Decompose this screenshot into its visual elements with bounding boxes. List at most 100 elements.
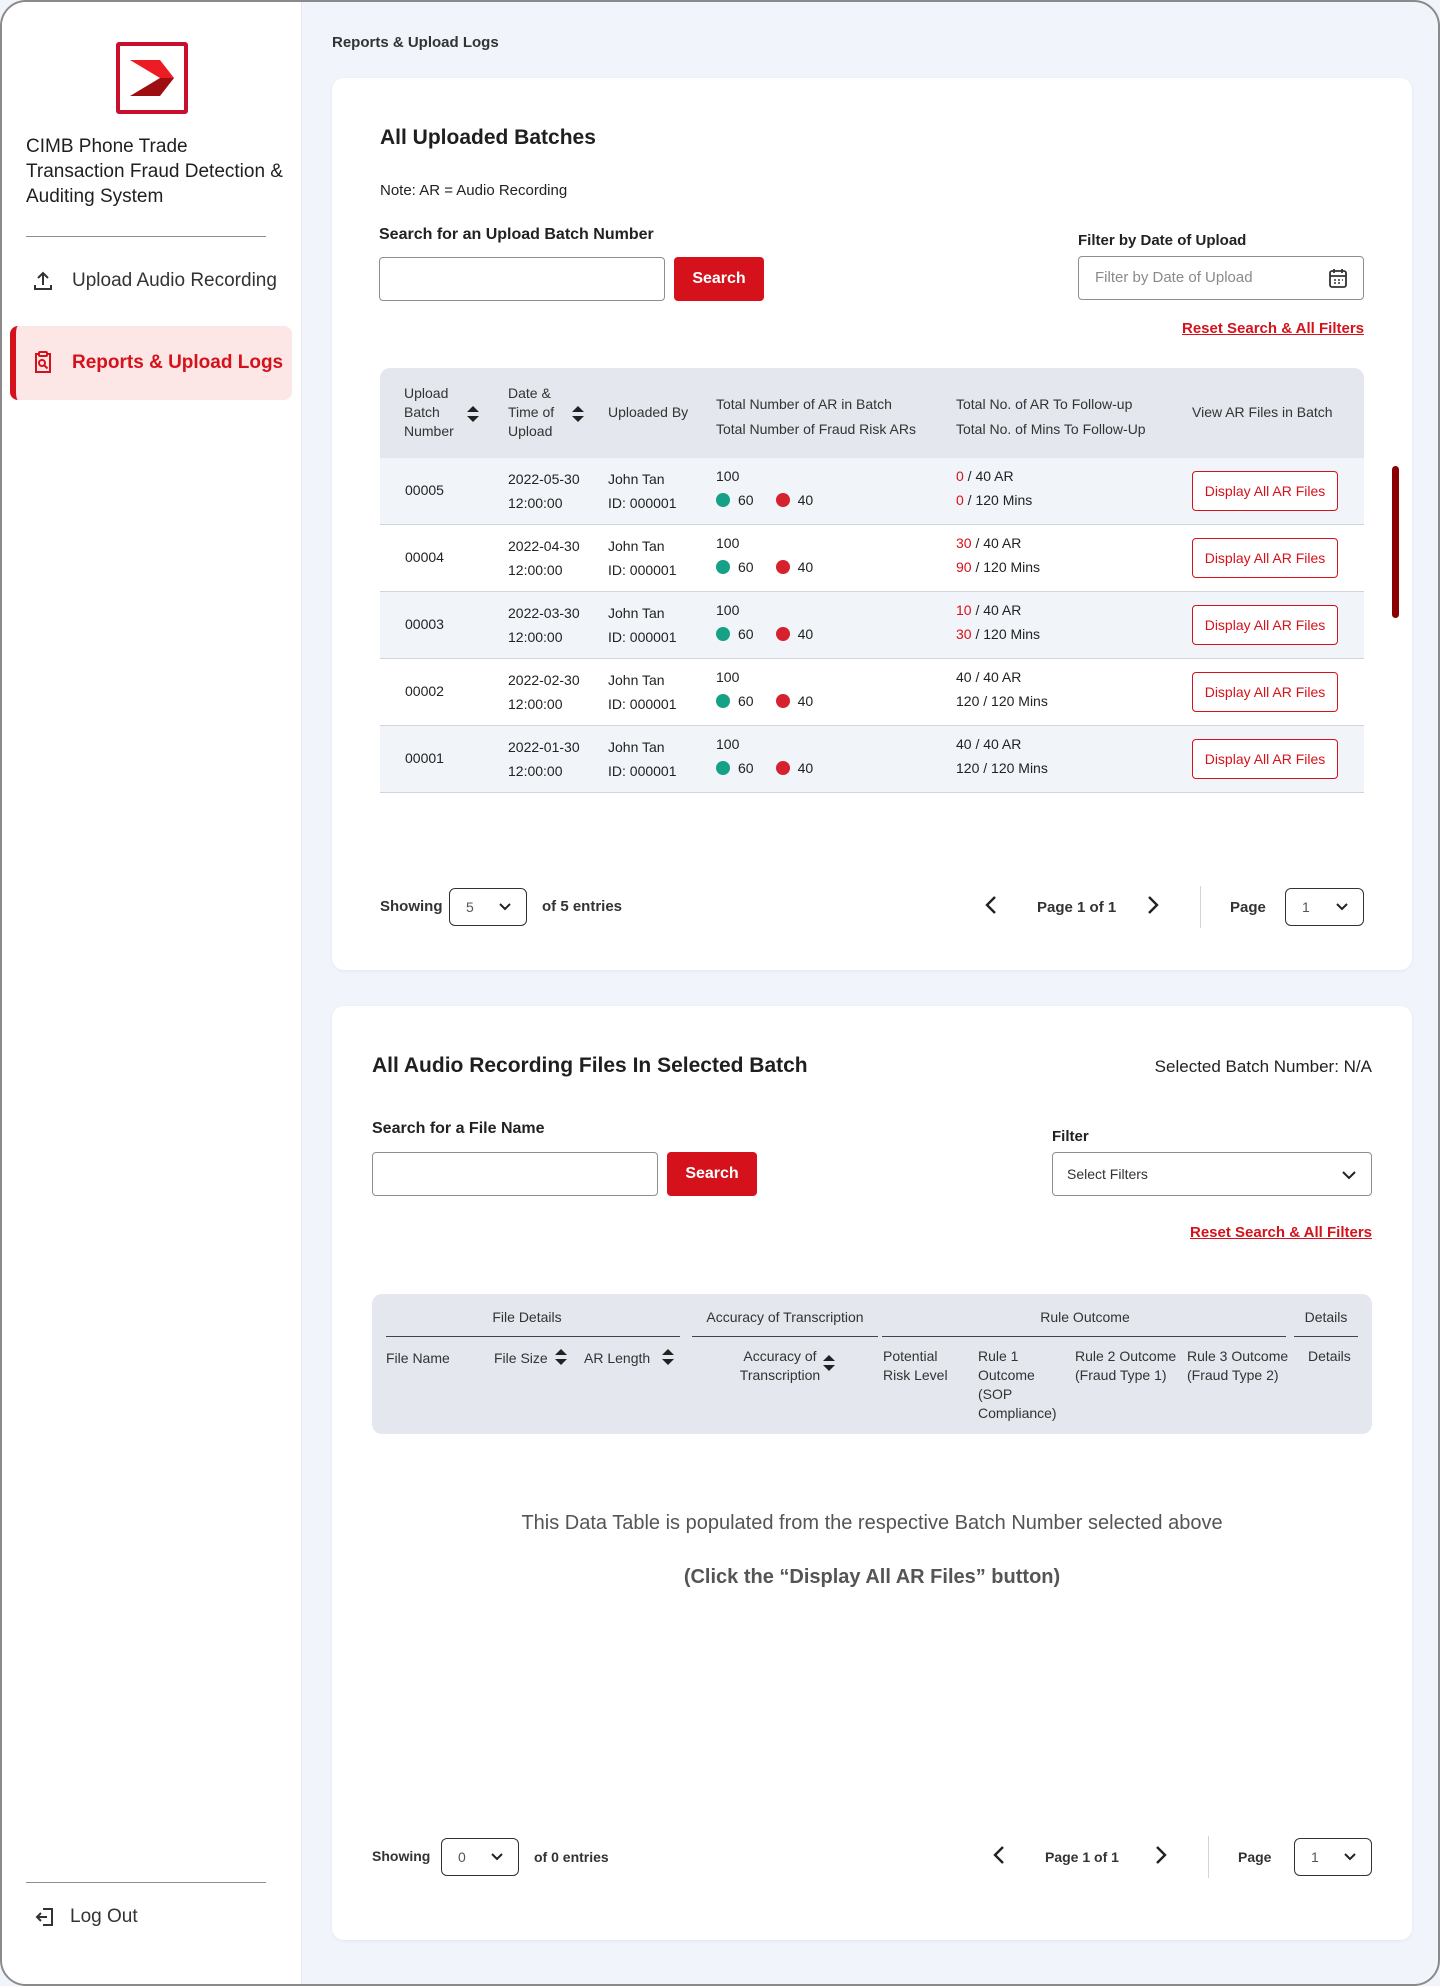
cell-ar-total: / 40 AR	[971, 669, 1022, 685]
fraud-risk-status-dot	[775, 493, 790, 507]
cell-ar-followed: 0	[956, 468, 964, 484]
display-ar-files-button[interactable]: Display All AR Files	[1192, 605, 1338, 645]
pagination-entries-count: of 5 entries	[542, 898, 623, 915]
date-filter-label: Filter by Date of Upload	[1078, 232, 1247, 249]
cell-follow-up: 40 / 40 AR 120 / 120 Mins	[956, 732, 1048, 780]
next-page-icon[interactable]	[1146, 894, 1160, 921]
page-jump-label: Page	[1238, 1849, 1272, 1865]
file-search-button[interactable]: Search	[667, 1152, 757, 1196]
calendar-icon[interactable]	[1329, 268, 1347, 293]
col-follow-up-line1: Total No. of AR To Follow-up	[956, 396, 1133, 412]
logout-button[interactable]: Log Out	[34, 1906, 138, 1928]
col-accuracy[interactable]: Accuracy of Transcription	[728, 1347, 832, 1385]
col-total-ar: Total Number of AR in Batch Total Number…	[716, 392, 916, 442]
batch-files-card: All Audio Recording Files In Selected Ba…	[332, 1006, 1412, 1940]
col-file-name: File Name	[386, 1350, 450, 1366]
per-page-select[interactable]: 5	[449, 888, 527, 926]
filter-select-value: Select Filters	[1067, 1166, 1148, 1182]
display-ar-files-button[interactable]: Display All AR Files	[1192, 471, 1338, 511]
sidebar-divider	[26, 1882, 266, 1883]
cell-follow-up: 30 / 40 AR 90 / 120 Mins	[956, 531, 1040, 579]
group-underline	[882, 1336, 1286, 1337]
file-search-input[interactable]	[372, 1152, 658, 1196]
col-total-ar-line2: Total Number of Fraud Risk ARs	[716, 421, 916, 437]
chevron-down-icon	[498, 899, 512, 916]
cell-total-count: 100	[716, 736, 740, 752]
col-file-size[interactable]: File Size	[494, 1349, 548, 1368]
logout-icon	[34, 1906, 56, 1928]
cell-date-time: 2022-03-30 12:00:00	[508, 601, 580, 649]
file-reset-filters-link[interactable]: Reset Search & All Filters	[1190, 1224, 1372, 1241]
table-row: 00004 2022-04-30 12:00:00 John Tan ID: 000…	[380, 525, 1364, 592]
file-search-label: Search for a File Name	[372, 1120, 545, 1137]
col-date-time[interactable]: Date & Time of Upload	[508, 384, 568, 441]
cell-ar-total: / 40 AR	[971, 535, 1022, 551]
next-page-icon[interactable]	[1154, 1844, 1168, 1871]
sort-icon[interactable]	[571, 405, 585, 428]
sort-icon[interactable]	[466, 405, 480, 428]
batch-search-button[interactable]: Search	[674, 257, 764, 301]
display-ar-files-button[interactable]: Display All AR Files	[1192, 538, 1338, 578]
empty-table-hint: (Click the “Display All AR Files” button…	[683, 1566, 1061, 1588]
date-filter-input[interactable]: Filter by Date of Upload	[1078, 256, 1364, 300]
batches-table-header: Upload Batch Number Date & Time of Uploa…	[380, 368, 1364, 458]
cell-follow-up: 10 / 40 AR 30 / 120 Mins	[956, 598, 1040, 646]
table-scrollbar[interactable]	[1392, 466, 1399, 618]
col-rule3: Rule 3 Outcome (Fraud Type 2)	[1187, 1348, 1289, 1383]
sidebar-item-label: Reports & Upload Logs	[72, 352, 284, 373]
empty-table-message: This Data Table is populated from the re…	[521, 1512, 1223, 1534]
fraud-risk-status-dot	[775, 761, 790, 775]
sidebar-item-upload-audio[interactable]: Upload Audio Recording	[10, 244, 292, 318]
batches-note: Note: AR = Audio Recording	[380, 182, 568, 199]
sort-icon[interactable]	[822, 1354, 836, 1377]
cell-time: 12:00:00	[508, 562, 563, 578]
col-batch-number[interactable]: Upload Batch Number	[404, 384, 454, 441]
cell-uploader-name: John Tan	[608, 739, 665, 755]
normal-status-dot	[716, 493, 730, 507]
sidebar-item-reports[interactable]: Reports & Upload Logs	[10, 326, 292, 400]
cell-mins-total: / 120 Mins	[971, 626, 1041, 642]
upload-icon	[30, 268, 56, 294]
cell-mins-followed: 30	[956, 626, 972, 642]
cell-uploader-name: John Tan	[608, 672, 665, 688]
cell-total-ar: 100 60 40	[716, 665, 813, 713]
chevron-down-icon	[1343, 1849, 1357, 1866]
batch-reset-filters-link[interactable]: Reset Search & All Filters	[1182, 320, 1364, 337]
sort-icon[interactable]	[661, 1348, 675, 1371]
prev-page-icon[interactable]	[984, 894, 998, 921]
group-underline	[692, 1336, 878, 1337]
pagination-entries-count: of 0 entries	[534, 1849, 609, 1865]
breadcrumb: Reports & Upload Logs	[332, 34, 499, 51]
cell-normal-count: 60	[738, 760, 754, 776]
cell-fraud-count: 40	[797, 760, 814, 776]
page-jump-select[interactable]: 1	[1285, 888, 1364, 926]
page-info: Page 1 of 1	[1037, 899, 1117, 916]
sort-icon[interactable]	[554, 1348, 568, 1371]
cell-date: 2022-02-30	[508, 672, 580, 688]
cell-mins-total: / 120 Mins	[971, 559, 1041, 575]
table-row: 00002 2022-02-30 12:00:00 John Tan ID: 000…	[380, 659, 1364, 726]
report-search-icon	[30, 350, 56, 376]
cell-total-ar: 100 60 40	[716, 598, 813, 646]
cell-total-count: 100	[716, 669, 740, 685]
logout-label: Log Out	[70, 1906, 138, 1927]
filter-select[interactable]: Select Filters	[1052, 1152, 1372, 1196]
normal-status-dot	[716, 627, 730, 641]
cell-total-count: 100	[716, 535, 740, 551]
page-jump-select[interactable]: 1	[1294, 1838, 1372, 1876]
per-page-select[interactable]: 0	[441, 1838, 519, 1876]
display-ar-files-button[interactable]: Display All AR Files	[1192, 739, 1338, 779]
cell-date-time: 2022-02-30 12:00:00	[508, 668, 580, 716]
display-ar-files-button[interactable]: Display All AR Files	[1192, 672, 1338, 712]
cell-mins-followed: 0	[956, 492, 964, 508]
cell-fraud-count: 40	[797, 559, 814, 575]
fraud-risk-status-dot	[775, 694, 790, 708]
cell-mins-followed: 120	[956, 760, 980, 776]
cell-follow-up: 40 / 40 AR 120 / 120 Mins	[956, 665, 1048, 713]
sidebar-divider	[26, 236, 266, 237]
prev-page-icon[interactable]	[992, 1844, 1006, 1871]
sidebar: CIMB Phone Trade Transaction Fraud Detec…	[2, 2, 302, 1984]
batch-search-input[interactable]	[379, 257, 665, 301]
col-ar-length[interactable]: AR Length	[584, 1349, 650, 1368]
group-file-details: File Details	[492, 1309, 562, 1325]
